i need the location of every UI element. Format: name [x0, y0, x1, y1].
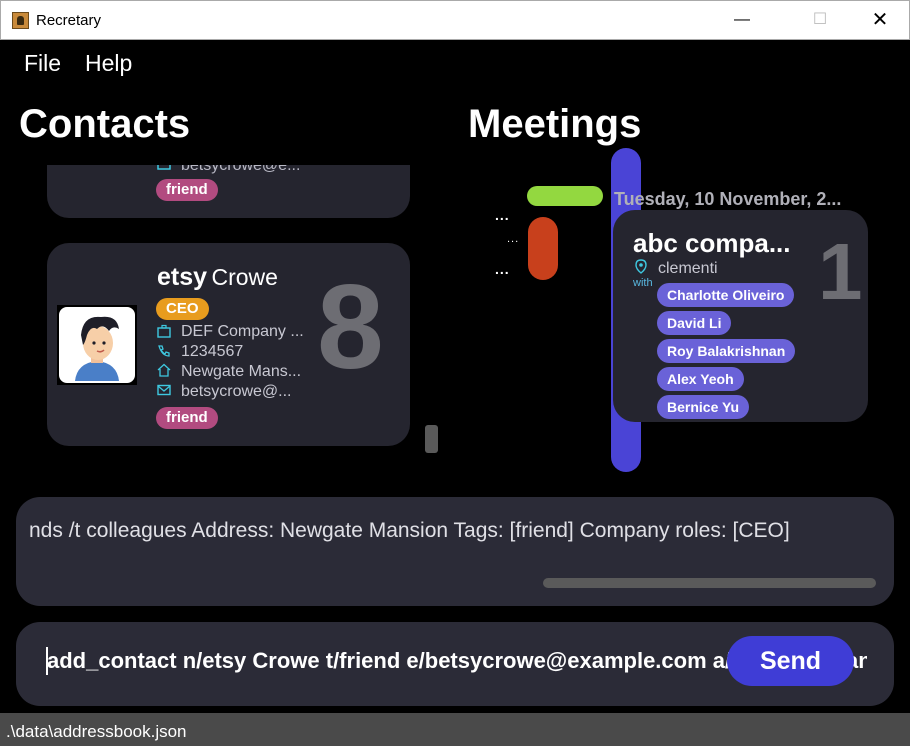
- email-icon: [157, 384, 171, 396]
- email-icon: [157, 165, 171, 170]
- attendee-tag: Charlotte Oliveiro: [657, 283, 795, 307]
- contact-index: 8: [317, 260, 384, 394]
- attendee-tag: David Li: [657, 311, 732, 335]
- command-box: Send: [16, 622, 894, 706]
- app-icon: [12, 12, 29, 29]
- contact-email: betsycrowe@...: [181, 383, 292, 400]
- maximize-button[interactable]: ☐: [797, 1, 843, 41]
- meeting-index: 1: [818, 227, 863, 316]
- timeline-marker-green[interactable]: [527, 186, 603, 206]
- meeting-title: abc compa...: [633, 228, 791, 258]
- home-icon: [157, 363, 171, 377]
- tag-friend: friend: [156, 407, 218, 429]
- avatar: [57, 305, 137, 385]
- send-button[interactable]: Send: [727, 636, 854, 686]
- contact-card[interactable]: etsy Crowe CEO DEF Company ... 1234567 N…: [47, 243, 410, 446]
- status-bar: .\data\addressbook.json: [0, 713, 910, 746]
- meeting-date-label: Tuesday, 10 November, 2...: [614, 189, 842, 209]
- menu-help[interactable]: Help: [85, 50, 132, 77]
- briefcase-icon: [157, 324, 171, 338]
- contacts-scrollbar-thumb[interactable]: [425, 425, 438, 453]
- attendee-tag: Bernice Yu: [657, 395, 750, 419]
- contact-last-name: Crowe: [211, 264, 278, 290]
- close-button[interactable]: ✕: [857, 1, 903, 41]
- location-pin-icon: [635, 259, 647, 274]
- contacts-title: Contacts: [19, 102, 191, 146]
- contact-card-partial[interactable]: betsycrowe@e... friend: [47, 165, 410, 218]
- timeline-dots-top: ...: [495, 207, 510, 223]
- result-horizontal-scrollbar[interactable]: [543, 578, 876, 588]
- menu-bar: File Help: [0, 40, 910, 84]
- timeline-dots-bottom: ...: [495, 261, 510, 277]
- meeting-location: clementi: [658, 260, 718, 277]
- minimize-button[interactable]: —: [719, 1, 765, 41]
- tag-friend: friend: [156, 179, 218, 201]
- contact-phone: 1234567: [181, 343, 244, 360]
- avatar-illustration: [59, 307, 135, 383]
- contact-name: etsy Crowe: [157, 263, 278, 292]
- phone-icon: [158, 345, 170, 357]
- attendee-tag: Roy Balakrishnan: [657, 339, 796, 363]
- timeline-marker-orange[interactable]: [528, 217, 558, 280]
- meetings-title: Meetings: [468, 102, 642, 146]
- contact-company: DEF Company ...: [181, 323, 304, 340]
- meeting-card[interactable]: abc compa... clementi with 1 Charlotte O…: [613, 210, 868, 422]
- timeline-dots-mid: ...: [507, 233, 520, 245]
- data-file-path: .\data\addressbook.json: [6, 722, 187, 741]
- result-display[interactable]: nds /t colleagues Address: Newgate Mansi…: [16, 497, 894, 606]
- role-tag-ceo: CEO: [156, 298, 209, 320]
- meeting-with-label: with: [633, 277, 653, 289]
- contact-address: Newgate Mans...: [181, 363, 302, 380]
- contact-email: betsycrowe@e...: [181, 165, 301, 174]
- window-title: Recretary: [36, 12, 102, 29]
- result-text: nds /t colleagues Address: Newgate Mansi…: [29, 519, 790, 542]
- contact-first-name: etsy: [157, 263, 208, 291]
- window-title-bar: Recretary — ☐ ✕: [0, 0, 910, 40]
- menu-file[interactable]: File: [24, 50, 61, 77]
- attendee-tag: Alex Yeoh: [657, 367, 744, 391]
